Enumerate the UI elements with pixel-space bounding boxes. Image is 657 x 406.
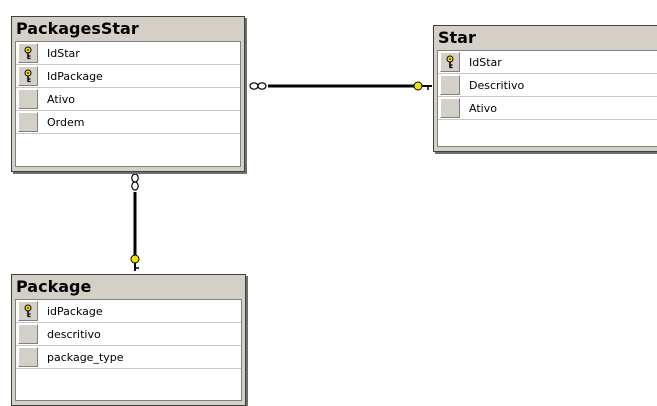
column-name: package_type	[47, 350, 124, 364]
table-title: Star	[438, 28, 476, 47]
row-selector[interactable]	[18, 112, 38, 132]
primary-key-icon	[24, 46, 32, 60]
many-end-infinity-icon	[131, 173, 139, 191]
relationship-packagesstar-package[interactable]	[130, 173, 140, 271]
primary-key-icon	[24, 69, 32, 83]
row-selector[interactable]	[440, 52, 460, 72]
many-end-infinity-icon	[249, 82, 267, 90]
column-name: idPackage	[47, 304, 103, 318]
column-row[interactable]: package_type	[16, 346, 241, 369]
column-grid: IdStar Descritivo Ativo	[437, 50, 657, 147]
table-star[interactable]: Star IdStar Descritivo Ativo	[433, 25, 657, 152]
one-end-key-icon	[413, 81, 432, 91]
column-name: Ativo	[469, 101, 497, 115]
column-grid: idPackage descritivo package_type	[15, 299, 242, 401]
table-title: PackagesStar	[16, 19, 139, 38]
row-selector[interactable]	[18, 89, 38, 109]
column-row[interactable]: IdPackage	[16, 65, 240, 88]
column-name: Ordem	[47, 115, 85, 129]
row-selector[interactable]	[18, 301, 38, 321]
column-name: IdStar	[47, 46, 80, 60]
column-name: descritivo	[47, 327, 101, 341]
table-packagesstar[interactable]: PackagesStar IdStar IdPackage Ativo Orde…	[11, 16, 245, 172]
column-name: IdStar	[469, 55, 502, 69]
column-row[interactable]: Ativo	[438, 97, 657, 120]
column-name: Descritivo	[469, 78, 525, 92]
column-row[interactable]: Ativo	[16, 88, 240, 111]
row-selector[interactable]	[18, 324, 38, 344]
column-row[interactable]: Ordem	[16, 111, 240, 134]
table-package[interactable]: Package idPackage descritivo package_typ…	[11, 274, 246, 406]
relationship-packagesstar-star[interactable]	[249, 81, 432, 91]
column-row[interactable]: idPackage	[16, 300, 241, 323]
row-selector[interactable]	[440, 75, 460, 95]
primary-key-icon	[446, 55, 454, 69]
column-row[interactable]: IdStar	[16, 42, 240, 65]
row-selector[interactable]	[18, 66, 38, 86]
table-title: Package	[16, 277, 92, 296]
primary-key-icon	[24, 304, 32, 318]
column-row[interactable]: Descritivo	[438, 74, 657, 97]
one-end-key-icon	[130, 254, 140, 271]
column-name: IdPackage	[47, 69, 103, 83]
column-row[interactable]: descritivo	[16, 323, 241, 346]
column-name: Ativo	[47, 92, 75, 106]
row-selector[interactable]	[440, 98, 460, 118]
column-grid: IdStar IdPackage Ativo Ordem	[15, 41, 241, 167]
column-row[interactable]: IdStar	[438, 51, 657, 74]
row-selector[interactable]	[18, 43, 38, 63]
row-selector[interactable]	[18, 347, 38, 367]
